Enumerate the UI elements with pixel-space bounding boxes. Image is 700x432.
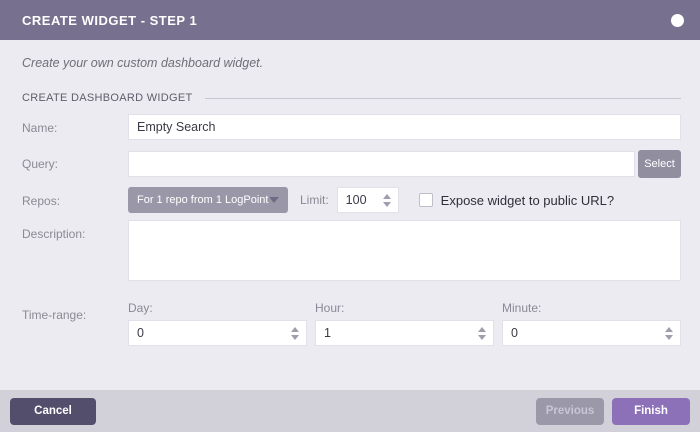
name-row: Name: xyxy=(22,114,681,140)
description-label: Description: xyxy=(22,220,128,241)
repos-dropdown-value: For 1 repo from 1 LogPoint xyxy=(137,194,268,206)
spinner-down-icon[interactable] xyxy=(291,335,299,340)
dialog-header: CREATE WIDGET - STEP 1 xyxy=(0,0,700,40)
time-range-label: Time-range: xyxy=(22,301,128,322)
chevron-down-icon xyxy=(269,197,279,203)
section-header: CREATE DASHBOARD WIDGET xyxy=(22,92,681,104)
name-input[interactable] xyxy=(128,114,681,140)
spinner-up-icon[interactable] xyxy=(291,327,299,332)
description-row: Description: xyxy=(22,220,681,281)
section-title: CREATE DASHBOARD WIDGET xyxy=(22,92,193,104)
hour-label: Hour: xyxy=(315,301,494,315)
spinner-down-icon[interactable] xyxy=(478,335,486,340)
limit-label: Limit: xyxy=(300,193,329,207)
minute-value: 0 xyxy=(503,326,665,340)
description-textarea[interactable] xyxy=(128,220,681,281)
query-row: Query: Select xyxy=(22,150,681,178)
limit-spinner-arrows xyxy=(383,194,398,207)
spinner-up-icon[interactable] xyxy=(478,327,486,332)
intro-text: Create your own custom dashboard widget. xyxy=(22,56,681,70)
time-day-column: Day: 0 xyxy=(128,301,307,346)
hour-stepper[interactable]: 1 xyxy=(315,320,494,346)
day-stepper[interactable]: 0 xyxy=(128,320,307,346)
limit-value: 100 xyxy=(338,193,383,207)
spinner-down-icon[interactable] xyxy=(383,202,391,207)
create-widget-dialog: CREATE WIDGET - STEP 1 Create your own c… xyxy=(0,0,700,432)
expose-checkbox-label: Expose widget to public URL? xyxy=(441,193,614,208)
time-hour-column: Hour: 1 xyxy=(315,301,494,346)
day-value: 0 xyxy=(129,326,291,340)
spinner-down-icon[interactable] xyxy=(665,335,673,340)
previous-button[interactable]: Previous xyxy=(536,398,604,425)
query-input[interactable] xyxy=(128,151,635,177)
cancel-button[interactable]: Cancel xyxy=(10,398,96,425)
time-minute-column: Minute: 0 xyxy=(502,301,681,346)
hour-spinner-arrows xyxy=(478,327,493,340)
minute-spinner-arrows xyxy=(665,327,680,340)
dialog-title: CREATE WIDGET - STEP 1 xyxy=(22,13,197,28)
query-label: Query: xyxy=(22,150,128,171)
day-label: Day: xyxy=(128,301,307,315)
repos-dropdown[interactable]: For 1 repo from 1 LogPoint xyxy=(128,187,288,213)
hour-value: 1 xyxy=(316,326,478,340)
finish-button[interactable]: Finish xyxy=(612,398,690,425)
dialog-footer: Cancel Previous Finish xyxy=(0,390,700,432)
expose-checkbox[interactable] xyxy=(419,193,433,207)
section-divider xyxy=(205,98,682,99)
repos-label: Repos: xyxy=(22,187,128,208)
dialog-body: Create your own custom dashboard widget.… xyxy=(0,40,700,390)
minute-stepper[interactable]: 0 xyxy=(502,320,681,346)
header-status-dot-icon xyxy=(671,14,684,27)
spinner-up-icon[interactable] xyxy=(665,327,673,332)
repos-row: Repos: For 1 repo from 1 LogPoint Limit:… xyxy=(22,187,681,213)
name-label: Name: xyxy=(22,114,128,135)
minute-label: Minute: xyxy=(502,301,681,315)
day-spinner-arrows xyxy=(291,327,306,340)
limit-stepper[interactable]: 100 xyxy=(337,187,399,213)
spinner-up-icon[interactable] xyxy=(383,194,391,199)
time-range-row: Time-range: Day: 0 Hour: 1 xyxy=(22,301,681,346)
query-select-button[interactable]: Select xyxy=(638,150,681,178)
